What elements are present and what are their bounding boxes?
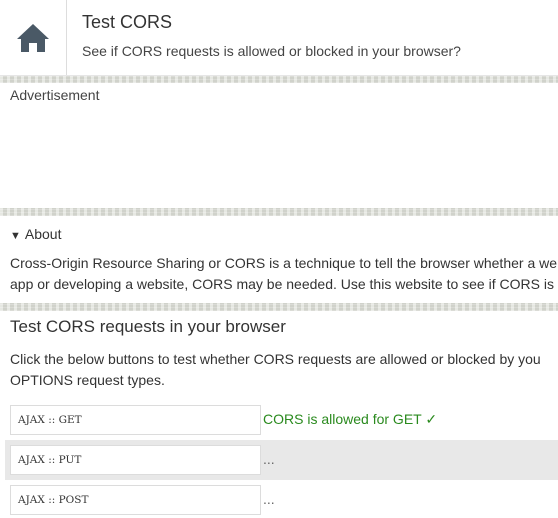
request-row-put: AJAX :: PUT ... — [5, 440, 558, 480]
advertisement-label: Advertisement — [10, 87, 100, 103]
ajax-get-button[interactable]: AJAX :: GET — [10, 405, 261, 435]
test-section: Test CORS requests in your browser Click… — [0, 311, 558, 518]
page-title: Test CORS — [82, 12, 173, 32]
request-status-post: ... — [263, 491, 275, 507]
advertisement-section: Advertisement — [0, 83, 558, 208]
section-divider — [0, 76, 558, 83]
site-header: Test CORS See if CORS requests is allowe… — [0, 0, 558, 76]
request-row-get: AJAX :: GET CORS is allowed for GET ✓ — [5, 400, 558, 440]
section-divider — [0, 208, 558, 216]
triangle-down-icon: ▼ — [10, 230, 21, 242]
about-line: app or developing a website, CORS may be… — [10, 276, 554, 292]
section-divider — [0, 303, 558, 311]
ajax-post-button[interactable]: AJAX :: POST — [10, 485, 261, 515]
about-toggle-label: About — [24, 226, 62, 242]
page-subtitle: See if CORS requests is allowed or block… — [82, 43, 461, 59]
test-description-line: OPTIONS request types. — [10, 372, 165, 388]
about-toggle[interactable]: ▼ About — [10, 226, 61, 242]
request-status-get: CORS is allowed for GET ✓ — [263, 411, 438, 427]
test-heading: Test CORS requests in your browser — [10, 317, 286, 336]
about-section: ▼ About Cross-Origin Resource Sharing or … — [0, 216, 558, 303]
test-description: Click the below buttons to test whether … — [10, 349, 558, 391]
home-icon — [16, 23, 50, 53]
ajax-put-button[interactable]: AJAX :: PUT — [10, 445, 261, 475]
request-status-put: ... — [263, 451, 275, 467]
home-link[interactable] — [0, 0, 67, 75]
about-text: Cross-Origin Resource Sharing or CORS is… — [10, 253, 558, 295]
test-description-line: Click the below buttons to test whether … — [10, 351, 541, 367]
request-row-post: AJAX :: POST ... — [5, 480, 558, 518]
about-line: Cross-Origin Resource Sharing or CORS is… — [10, 255, 558, 271]
